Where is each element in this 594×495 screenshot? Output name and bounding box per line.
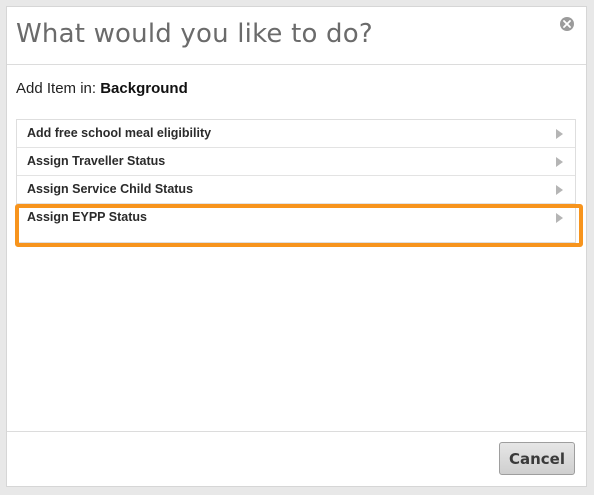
arrow-right-icon [556, 129, 563, 139]
list-item-label: Assign Service Child Status [27, 182, 194, 196]
dialog-title: What would you like to do? [16, 19, 373, 49]
arrow-right-icon [556, 157, 563, 167]
context-value: Background [100, 80, 188, 97]
list-item-assign-eypp-status[interactable]: Assign EYPP Status [17, 204, 575, 242]
action-list: Add free school meal eligibility Assign … [16, 119, 576, 243]
dialog-footer: Cancel [7, 431, 586, 486]
list-item-assign-service-child-status[interactable]: Assign Service Child Status [17, 176, 575, 204]
dialog: What would you like to do? Add Item in: … [6, 6, 587, 487]
close-icon [563, 20, 571, 28]
list-item-label: Assign Traveller Status [27, 154, 166, 168]
dialog-header: What would you like to do? [7, 7, 586, 65]
list-item-label: Add free school meal eligibility [27, 126, 212, 140]
context-line: Add Item in: Background [16, 80, 188, 97]
context-label: Add Item in: [16, 80, 97, 97]
list-item-assign-traveller-status[interactable]: Assign Traveller Status [17, 148, 575, 176]
cancel-button[interactable]: Cancel [499, 442, 575, 475]
arrow-right-icon [556, 185, 563, 195]
arrow-right-icon [556, 213, 563, 223]
list-item-label: Assign EYPP Status [27, 210, 147, 224]
list-item-add-fsm-eligibility[interactable]: Add free school meal eligibility [17, 120, 575, 148]
close-button[interactable] [560, 17, 574, 31]
